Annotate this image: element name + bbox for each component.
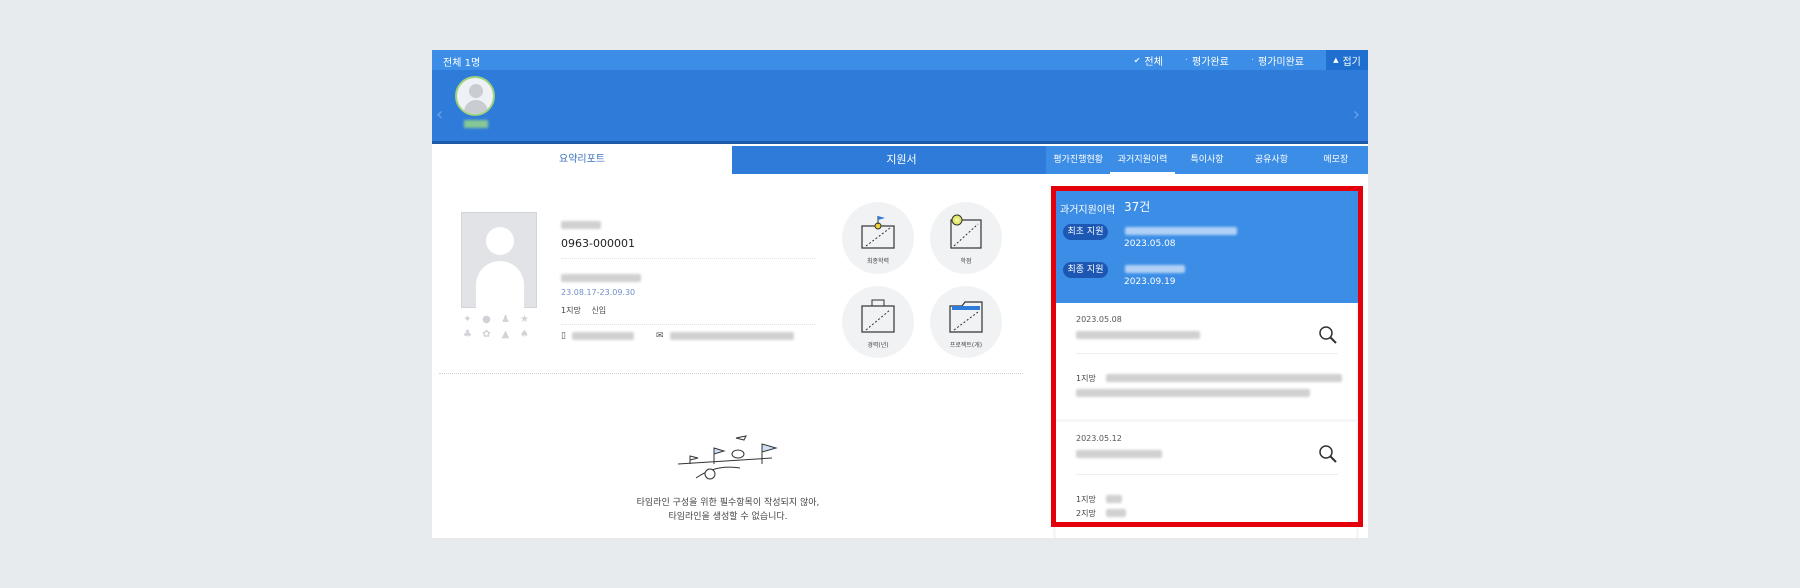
leaf-icon: ♠	[520, 329, 529, 340]
phone-masked	[571, 332, 634, 340]
applicant-name-masked	[561, 214, 815, 233]
tab-notes[interactable]: 특이사항	[1175, 146, 1239, 174]
career-summary[interactable]: 경력(년)	[842, 286, 914, 358]
history-summary: 과거지원이력 37건 최초 지원 2023.05.08 최종 지원 2023.0…	[1053, 188, 1359, 303]
timeline-illustration	[677, 435, 778, 480]
house-icon: ▲	[501, 329, 510, 340]
record-choice1-masked-2	[1076, 389, 1310, 397]
record-choice1: 1지망	[1076, 495, 1096, 504]
record-choice2-masked	[1106, 509, 1126, 517]
education-summary[interactable]: 최종학력	[842, 202, 914, 274]
filter-completed[interactable]: · 평가완료	[1185, 53, 1229, 68]
past-history-panel: 과거지원이력 37건 최초 지원 2023.05.08 최종 지원 2023.0…	[1053, 188, 1359, 538]
filter-all-label: 전체	[1144, 56, 1163, 68]
history-title: 과거지원이력	[1060, 205, 1116, 216]
check-icon: ✔	[1133, 55, 1141, 65]
search-icon[interactable]	[1318, 444, 1338, 468]
triangle-up-icon: ▲	[1333, 56, 1339, 64]
filter-all[interactable]: ✔ 전체	[1134, 53, 1163, 68]
choice-label: 1지망	[561, 306, 581, 315]
gpa-summary[interactable]: 학점	[930, 202, 1002, 274]
badge-icons: ✦ ● ♟ ★ ♣ ✿ ▲ ♠	[462, 314, 536, 340]
email-masked	[669, 332, 794, 340]
record-date: 2023.05.12	[1076, 434, 1122, 443]
applicant-evaluation-panel: 전체 1명 ✔ 전체 · 평가완료 · 평가미완료 ▲ 접기 ‹ › 지원서 요…	[432, 50, 1368, 538]
choice-row: 1지망 신입	[561, 305, 815, 325]
right-tabs: 평가진행현황 과거지원이력 특이사항 공유사항 메모장	[1046, 146, 1368, 174]
record-choice2: 2지망	[1076, 509, 1096, 518]
job-masked	[561, 267, 815, 286]
hand-icon: ♣	[463, 329, 472, 340]
filter-group: ✔ 전체 · 평가완료 · 평가미완료 ▲ 접기	[1134, 50, 1368, 70]
contact-row: ▯ ✉	[561, 331, 815, 341]
project-label: 프로젝트(개)	[949, 342, 983, 349]
applicant-id: 0963-000001	[561, 237, 815, 259]
tab-evaluation-status[interactable]: 평가진행현황	[1046, 146, 1110, 174]
first-apply-date: 2023.05.08	[1124, 239, 1176, 249]
recruit-period: 23.08.17-23.09.30	[561, 288, 636, 297]
record-title-masked	[1076, 331, 1200, 339]
applicant-name-masked	[464, 120, 488, 128]
record-choice1-masked	[1106, 374, 1342, 382]
search-icon[interactable]	[1318, 325, 1338, 349]
last-apply-badge: 최종 지원	[1063, 262, 1108, 278]
top-bar: 전체 1명 ✔ 전체 · 평가완료 · 평가미완료 ▲ 접기	[432, 50, 1368, 70]
briefcase-icon	[861, 299, 895, 333]
choice-value: 신입	[591, 306, 607, 315]
first-apply-badge: 최초 지원	[1063, 224, 1108, 240]
tab-memo[interactable]: 메모장	[1304, 146, 1368, 174]
record-choice1: 1지망	[1076, 374, 1096, 383]
dot-icon: ·	[1250, 54, 1254, 66]
mail-icon: ✉	[655, 331, 664, 341]
total-count: 전체 1명	[443, 58, 481, 69]
applicant-info: 0963-000001 23.08.17-23.09.30 1지망 신입 ▯ ✉	[561, 214, 815, 341]
chevron-right-icon[interactable]: ›	[1353, 104, 1360, 125]
timeline-message-line2: 타임라인을 생성할 수 없습니다.	[668, 512, 788, 522]
education-label: 최종학력	[866, 258, 890, 265]
star-icon: ★	[520, 314, 529, 325]
filter-incomplete[interactable]: · 평가미완료	[1251, 53, 1304, 68]
applicant-carousel: ‹ ›	[432, 70, 1368, 144]
record-choice1-masked	[1106, 495, 1122, 503]
circle-icon: ●	[482, 314, 491, 325]
history-record: 2023.05.12 1지망 2지망	[1056, 422, 1356, 538]
history-record: 2023.05.08 1지망	[1056, 303, 1356, 419]
filter-completed-label: 평가완료	[1192, 56, 1229, 68]
dot-icon: ·	[1184, 54, 1188, 66]
phone-icon: ▯	[561, 331, 566, 341]
left-tabs: 지원서 요약리포트	[432, 146, 1051, 174]
timeline-message-line1: 타임라인 구성을 위한 필수항목이 작성되지 않아,	[636, 498, 820, 508]
collapse-label: 접기	[1342, 56, 1361, 68]
tab-summary-report[interactable]: 요약리포트	[432, 146, 732, 174]
gear-icon: ✿	[482, 329, 491, 340]
person-icon: ♟	[501, 314, 510, 325]
tab-application[interactable]: 지원서	[720, 146, 1051, 174]
school-icon	[861, 216, 895, 249]
record-date: 2023.05.08	[1076, 315, 1122, 324]
thumb-icon: ✦	[463, 314, 472, 325]
collapse-button[interactable]: ▲ 접기	[1326, 50, 1368, 70]
first-apply-masked	[1125, 227, 1237, 235]
profile-photo	[461, 212, 537, 309]
last-apply-date: 2023.09.19	[1124, 277, 1176, 287]
record-title-masked	[1076, 450, 1162, 458]
divider	[439, 373, 1023, 374]
career-label: 경력(년)	[867, 342, 889, 349]
certificate-icon	[950, 214, 982, 249]
summary-icons: 최종학력 학점 경력(년) 프로젝트(개)	[842, 202, 1012, 372]
tab-past-history[interactable]: 과거지원이력	[1110, 146, 1175, 174]
applicant-avatar[interactable]	[455, 76, 495, 116]
tab-shared[interactable]: 공유사항	[1239, 146, 1303, 174]
history-count: 37건	[1124, 200, 1151, 214]
gpa-label: 학점	[960, 258, 972, 265]
folder-icon	[949, 301, 983, 333]
chevron-left-icon[interactable]: ‹	[436, 104, 443, 125]
last-apply-masked	[1125, 265, 1185, 273]
timeline-empty-message: 타임라인 구성을 위한 필수항목이 작성되지 않아, 타임라인을 생성할 수 없…	[578, 496, 878, 524]
project-summary[interactable]: 프로젝트(개)	[930, 286, 1002, 358]
filter-incomplete-label: 평가미완료	[1258, 56, 1304, 68]
